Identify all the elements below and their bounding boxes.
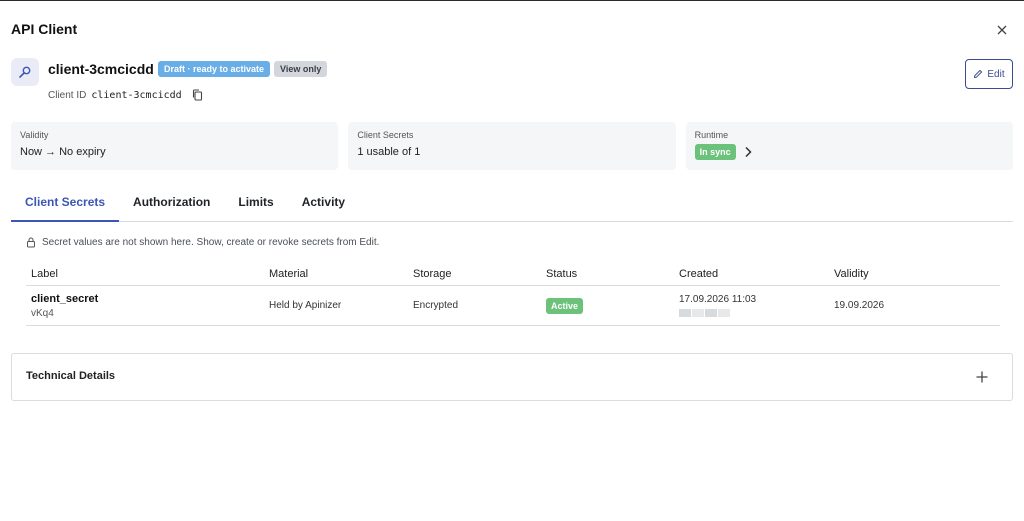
edit-button-label: Edit <box>987 68 1005 80</box>
runtime-card: Runtime In sync <box>685 122 1013 170</box>
technical-details-title: Technical Details <box>26 370 116 382</box>
runtime-details-button[interactable] <box>744 146 752 158</box>
client-id-row: Client ID client-3cmcicdd <box>48 89 203 101</box>
validity-card: Validity Now → No expiry <box>11 122 339 170</box>
chevron-right-icon <box>745 146 752 158</box>
client-header: client-3cmcicdd Draft · ready to activat… <box>11 58 1013 108</box>
client-secrets-card: Client Secrets 1 usable of 1 <box>348 122 676 170</box>
pencil-icon <box>974 69 983 79</box>
runtime-status-row: In sync <box>694 144 1004 160</box>
created-timestamp: 17.09.2026 11:03 <box>679 294 757 305</box>
tab-activity[interactable]: Activity <box>288 186 359 222</box>
copy-button[interactable] <box>192 89 203 101</box>
tab-authorization[interactable]: Authorization <box>119 186 224 222</box>
cell-label: client_secret vKq4 <box>26 293 269 319</box>
secret-sublabel: vKq4 <box>31 307 54 319</box>
edit-button[interactable]: Edit <box>965 59 1013 89</box>
client-name: client-3cmcicdd <box>48 61 154 77</box>
client-secrets-card-value: 1 usable of 1 <box>357 146 421 158</box>
table-row: client_secret vKq4 Held by Apinizer Encr… <box>26 286 1000 326</box>
tab-limits[interactable]: Limits <box>224 186 287 222</box>
cell-status: Active <box>546 297 679 314</box>
runtime-card-label: Runtime <box>694 130 729 140</box>
client-id-value: client-3cmcicdd <box>91 89 182 101</box>
status-badge-active: Active <box>546 297 584 314</box>
cell-storage: Encrypted <box>413 300 459 311</box>
cell-validity: 19.09.2026 <box>834 300 885 311</box>
key-search-icon <box>19 66 31 78</box>
validity-card-value: Now → No expiry <box>20 146 106 158</box>
created-by-redacted <box>679 309 834 317</box>
expand-button[interactable] <box>974 369 990 385</box>
validity-card-label: Validity <box>20 130 49 140</box>
summary-cards: Validity Now → No expiry Client Secrets … <box>11 122 1013 170</box>
runtime-sync-badge: In sync <box>694 144 736 160</box>
column-header-material: Material <box>269 267 309 280</box>
status-badge: Draft · ready to activate <box>158 61 271 77</box>
view-only-badge: View only <box>274 61 328 77</box>
technical-details-section[interactable]: Technical Details <box>11 353 1013 401</box>
copy-icon <box>192 89 202 101</box>
client-id-label: Client ID <box>48 89 87 101</box>
column-header-validity: Validity <box>834 267 869 280</box>
secrets-table: Label Material Storage Status Created Va… <box>26 262 1000 326</box>
client-avatar <box>11 58 39 86</box>
secret-label: client_secret <box>31 292 99 305</box>
table-header: Label Material Storage Status Created Va… <box>26 262 1000 286</box>
column-header-label: Label <box>31 267 58 280</box>
column-header-status: Status <box>546 267 578 280</box>
lock-icon <box>27 237 35 248</box>
tab-client-secrets[interactable]: Client Secrets <box>11 186 120 222</box>
close-button[interactable] <box>993 21 1011 39</box>
dialog-title: API Client <box>11 21 78 37</box>
secrets-info-text: Secret values are not shown here. Show, … <box>42 237 380 248</box>
tab-bar: Client Secrets Authorization Limits Acti… <box>11 186 1013 222</box>
window-top-border <box>0 0 1024 1</box>
cell-material: Held by Apinizer <box>269 300 342 311</box>
column-header-created: Created <box>679 267 719 280</box>
column-header-storage: Storage <box>413 267 452 280</box>
close-icon <box>997 25 1007 35</box>
secrets-info-notice: Secret values are not shown here. Show, … <box>26 237 379 248</box>
client-secrets-card-label: Client Secrets <box>357 130 414 140</box>
cell-created: 17.09.2026 11:03 <box>679 294 834 317</box>
plus-icon <box>976 371 988 383</box>
dialog-header: API Client <box>11 21 1013 41</box>
